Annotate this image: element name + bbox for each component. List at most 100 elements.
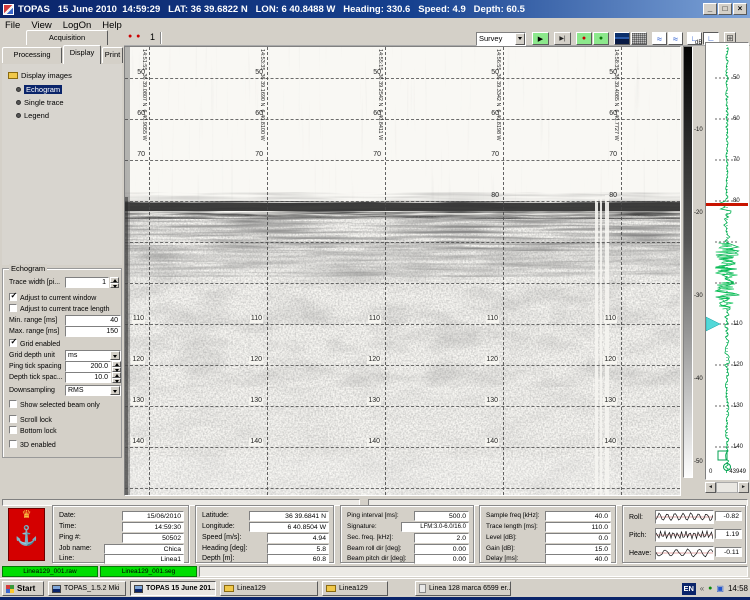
checkbox-adjust-trace-length[interactable]: Adjust to current trace length: [9, 304, 110, 314]
colorbar-tick-label: -40: [694, 376, 703, 383]
depth-tick-label: 110: [486, 315, 499, 323]
ping-tick-spinner[interactable]: [112, 361, 121, 372]
task-label: Linea129: [339, 585, 368, 592]
scroll-left-button[interactable]: ◄: [705, 482, 716, 493]
trace-scrollbar[interactable]: ◄ ►: [705, 482, 749, 493]
field-depth-tick-spacing: Depth tick spac... 10.0: [9, 372, 119, 384]
taskbar-item-linea129-folder[interactable]: Linea129: [220, 581, 318, 596]
checkbox-grid-enabled[interactable]: ✓Grid enabled: [9, 339, 60, 349]
mode-select[interactable]: Survey: [476, 32, 526, 46]
status-label: Job name:: [59, 545, 92, 552]
grid-depth-unit-select[interactable]: ms: [65, 350, 121, 361]
tray-status-icon[interactable]: ●: [708, 585, 712, 592]
taskbar-item-topas-15[interactable]: TOPAS_1.5.2 Mki: [48, 581, 126, 596]
step-button[interactable]: ▶|: [554, 32, 571, 45]
tree-item-echogram[interactable]: Echogram: [8, 84, 62, 95]
depth-tick-label: 50: [255, 69, 263, 77]
sample-freq-value: 40.0: [545, 511, 611, 521]
depth-tick-label: 70: [609, 151, 617, 159]
tab-processing[interactable]: Processing: [2, 47, 62, 63]
min-range-input[interactable]: 40: [65, 315, 121, 326]
menu-logon[interactable]: LogOn: [63, 20, 92, 31]
maximize-button[interactable]: □: [718, 3, 732, 15]
ping-tick-input[interactable]: 200.0: [65, 361, 111, 372]
raster-view-button[interactable]: [631, 32, 647, 45]
play-button[interactable]: ▶: [532, 32, 549, 45]
taskbar: Start TOPAS_1.5.2 Mki TOPAS 15 June 201.…: [0, 578, 750, 597]
signature-value: LFM:3.0-6.0/16.0: [401, 522, 469, 532]
tab-acquisition[interactable]: Acquisition: [26, 30, 108, 45]
dropdown-icon[interactable]: [110, 351, 120, 360]
checkbox-bottom-lock[interactable]: Bottom lock: [9, 426, 57, 436]
topas-app-icon: [52, 585, 61, 593]
bullet-icon: [16, 87, 21, 92]
depth-tick-label: 120: [603, 356, 617, 364]
trace-width-spinner[interactable]: [110, 277, 119, 288]
title-bar[interactable]: TOPAS 15 June 2010 14:59:29 LAT: 36 39.6…: [0, 0, 750, 18]
menu-view[interactable]: View: [31, 20, 51, 31]
depth-tick-label: 120: [485, 356, 499, 364]
tree-root-display-images[interactable]: Display images: [8, 70, 72, 81]
tab-print[interactable]: Print: [102, 47, 123, 63]
downsampling-select[interactable]: RMS: [65, 385, 121, 396]
checkbox-3d-enabled[interactable]: 3D enabled: [9, 440, 56, 450]
taskbar-item-linea129-folder-2[interactable]: Linea129: [322, 581, 388, 596]
checkbox-scroll-lock[interactable]: Scroll lock: [9, 415, 52, 425]
max-range-input[interactable]: 150: [65, 326, 121, 337]
taskbar-item-topas-active[interactable]: TOPAS 15 June 201...: [130, 581, 216, 596]
quick-launch-chevron-icon[interactable]: «: [700, 584, 704, 593]
status-group-navigation: Latitude:36 39.6841 N Longitude:6 40.850…: [195, 505, 334, 563]
start-button[interactable]: Start: [2, 581, 44, 596]
echogram-canvas[interactable]: 14:51:55 36 39.0807 N 6 40.9055 W14:53:3…: [125, 47, 680, 495]
task-label: Linea129: [237, 585, 266, 592]
tab-display[interactable]: Display: [63, 45, 101, 64]
depth-tick-label: 130: [131, 397, 145, 405]
checkbox-adjust-window[interactable]: ✓Adjust to current window: [9, 293, 96, 303]
checkbox-label: Show selected beam only: [20, 402, 100, 409]
scroll-right-button[interactable]: ►: [738, 482, 749, 493]
minimize-button[interactable]: _: [703, 3, 717, 15]
trace-width-input[interactable]: 1: [65, 277, 109, 288]
scroll-track[interactable]: [716, 482, 738, 493]
tree-item-label: Legend: [24, 111, 49, 120]
wave-view-2-button[interactable]: ≈: [668, 32, 683, 45]
close-button[interactable]: ×: [733, 3, 747, 15]
record-seg-button[interactable]: ●: [593, 32, 609, 45]
language-indicator[interactable]: EN: [682, 583, 696, 595]
dropdown-icon[interactable]: [110, 386, 120, 395]
menu-file[interactable]: File: [5, 20, 20, 31]
status-label: Beam roll dir [deg]:: [347, 545, 402, 552]
mode-select-dropdown-icon[interactable]: [515, 33, 525, 45]
navy-hydrographic-logo: ♛ ⚓: [8, 508, 45, 561]
taskbar-item-linea128-notes[interactable]: Linea 128 marca 6599 er...: [415, 581, 511, 596]
echogram-view-button[interactable]: [614, 32, 630, 45]
menu-help[interactable]: Help: [102, 20, 122, 31]
gain-value: 15.0: [545, 544, 611, 554]
status-label: Heading [deg]:: [202, 545, 248, 552]
depth-tick-label: 50: [491, 69, 499, 77]
tree-item-single-trace[interactable]: Single trace: [8, 97, 64, 108]
depth-tick-spinner[interactable]: [112, 372, 121, 383]
tree-item-legend[interactable]: Legend: [8, 110, 49, 121]
roll-waveform: [656, 511, 713, 523]
depth-tick-label: 60: [137, 110, 145, 118]
record-raw-button[interactable]: ●: [576, 32, 592, 45]
tab-label: Acquisition: [49, 33, 85, 42]
wave-icon: ≈: [657, 34, 662, 44]
status-label: Line:: [59, 555, 74, 562]
checkbox-box: [9, 426, 17, 434]
wave-view-button[interactable]: ≈: [652, 32, 667, 45]
single-trace-panel[interactable]: 50607080110120130140 0 43949: [705, 42, 749, 480]
latitude-value: 36 39.6841 N: [249, 511, 329, 521]
tab-label: Processing: [13, 50, 50, 59]
tray-network-icon[interactable]: ▣: [716, 584, 724, 593]
colorbar-tick-label: -30: [694, 293, 703, 300]
colorbar-tick-label: -20: [694, 210, 703, 217]
checkbox-show-selected-beam[interactable]: Show selected beam only: [9, 400, 100, 410]
depth-tick-input[interactable]: 10.0: [65, 372, 111, 383]
trace-tick-label: 70: [733, 157, 740, 164]
select-value: RMS: [68, 387, 84, 394]
grid-hline: [125, 119, 680, 120]
echogram-display[interactable]: 14:51:55 36 39.0807 N 6 40.9055 W14:53:3…: [124, 46, 681, 496]
trace-tick-label: 120: [733, 362, 743, 369]
